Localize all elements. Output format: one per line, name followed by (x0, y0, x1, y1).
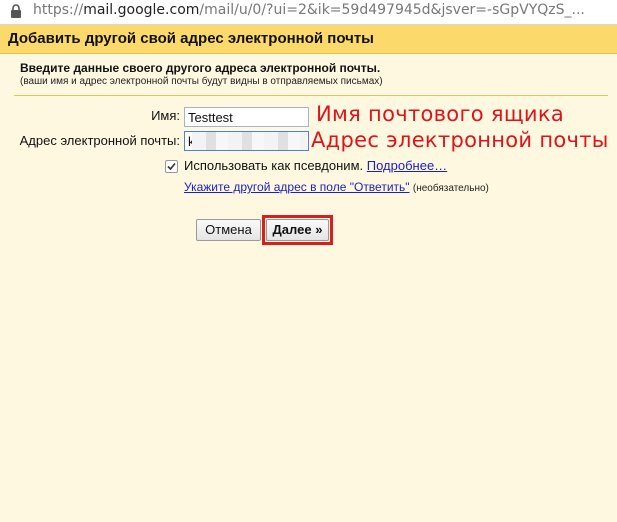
intro-note: (ваши имя и адрес электронной почты буду… (20, 76, 383, 87)
email-annotation: Адрес электронной почты (311, 128, 609, 152)
cancel-button[interactable]: Отмена (196, 219, 261, 241)
alias-more-link[interactable]: Подробнее… (367, 158, 447, 173)
alias-checkbox[interactable] (165, 160, 178, 173)
name-annotation: Имя почтового ящика (316, 102, 565, 126)
reply-row: Укажите другой адрес в поле "Ответить" (… (184, 180, 489, 194)
name-field[interactable] (184, 107, 309, 127)
dialog-header: Добавить другой свой адрес электронной п… (0, 25, 617, 54)
address-bar[interactable]: https://mail.google.com/mail/u/0/?ui=2&i… (0, 0, 617, 25)
lock-icon (11, 4, 21, 18)
reply-to-link[interactable]: Укажите другой адрес в поле "Ответить" (184, 180, 410, 194)
url-scheme: https:// (33, 2, 84, 18)
email-redaction (192, 132, 307, 150)
url-path: /mail/u/0/?ui=2&ik=59d497945d&jsver=-sGp… (199, 2, 585, 18)
alias-label: Использовать как псевдоним. (184, 158, 364, 173)
name-label: Имя: (151, 108, 180, 123)
next-button[interactable]: Далее » (266, 219, 329, 241)
email-label: Адрес электронной почты: (19, 133, 180, 148)
url-host: mail.google.com (83, 2, 200, 18)
divider (14, 95, 608, 96)
dialog-title: Добавить другой свой адрес электронной п… (8, 30, 374, 47)
intro-heading: Введите данные своего другого адреса эле… (20, 61, 381, 75)
reply-optional-note: (необязательно) (412, 183, 489, 194)
checkmark-icon (167, 162, 176, 171)
alias-row: Использовать как псевдоним. Подробнее… (184, 158, 447, 173)
intro-block: Введите данные своего другого адреса эле… (20, 61, 383, 87)
url-text: https://mail.google.com/mail/u/0/?ui=2&i… (33, 2, 585, 18)
